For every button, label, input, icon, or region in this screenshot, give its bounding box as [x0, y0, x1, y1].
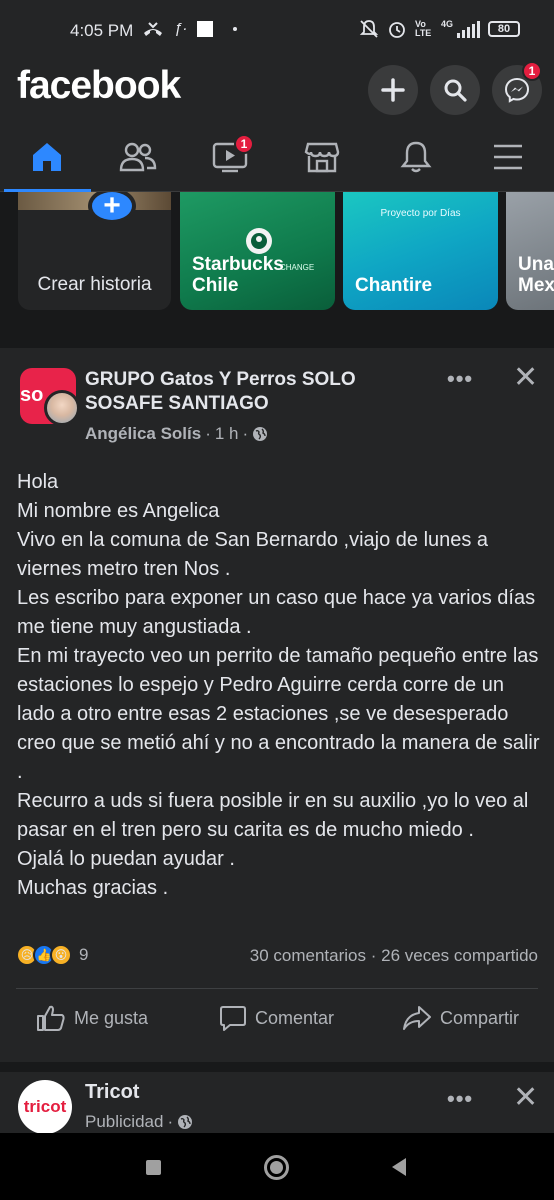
story-name: Una Mex	[518, 254, 554, 296]
tab-bar: 1	[0, 124, 554, 192]
share-button[interactable]: Compartir	[402, 1004, 519, 1032]
create-story-label: Crear historia	[37, 274, 152, 295]
tab-marketplace[interactable]	[292, 134, 352, 180]
messenger-button[interactable]: 1	[492, 61, 542, 115]
app-header: facebook 1	[0, 61, 554, 124]
comment-icon	[220, 1006, 246, 1031]
meta-separator: ·	[205, 424, 211, 443]
volte-indicator: Vo LTE	[414, 19, 432, 38]
system-nav-bar	[0, 1133, 554, 1200]
reaction-count: 9	[79, 945, 89, 964]
group-name[interactable]: GRUPO Gatos Y Perros SOLO SOSAFE SANTIAG…	[85, 368, 425, 416]
avatar[interactable]	[44, 390, 80, 426]
post-line: Muchas gracias .	[17, 877, 169, 899]
app-icon: ƒ·	[174, 20, 188, 37]
dot-icon	[233, 26, 238, 31]
status-left-icons: ƒ·	[142, 20, 238, 37]
post-line: Vivo en la comuna de San Bernardo ,viajo…	[17, 529, 494, 580]
story-card-una-mex[interactable]: Una Mex	[506, 192, 554, 310]
post-line: Hola	[17, 471, 59, 493]
like-button[interactable]: Me gusta	[36, 1004, 148, 1032]
story-card-chantire[interactable]: Proyecto por Días Chantire	[343, 192, 498, 310]
story-name: Starbucks Chile	[192, 254, 284, 296]
recents-button[interactable]	[146, 1160, 161, 1175]
friends-icon	[119, 142, 157, 172]
post-line: Ojalá lo puedan ayudar .	[17, 848, 235, 870]
post-body: Hola Mi nombre es Angelica Vivo en la co…	[17, 468, 542, 903]
reactions-summary[interactable]: 😥 👍 😮 9	[16, 944, 88, 966]
status-time: 4:05 PM	[70, 21, 134, 40]
thumbs-up-icon	[37, 1005, 65, 1031]
create-button[interactable]	[368, 65, 418, 115]
share-icon	[403, 1006, 431, 1030]
feed-post: so GRUPO Gatos Y Perros SOLO SOSAFE SANT…	[0, 348, 554, 1062]
divider	[16, 988, 538, 989]
stories-tray: + Crear historia CHANGE Starbucks Chile …	[0, 192, 554, 333]
post-author[interactable]: Angélica Solís	[85, 424, 201, 444]
advertiser-name[interactable]: Tricot	[85, 1081, 139, 1104]
hide-post-button[interactable]: ✕	[513, 1080, 538, 1115]
post-options-button[interactable]: •••	[447, 366, 473, 392]
home-icon	[33, 143, 61, 171]
search-icon	[444, 79, 467, 102]
post-line: En mi trayecto veo un perrito de tamaño …	[17, 645, 546, 783]
plus-icon	[381, 78, 405, 102]
post-time[interactable]: 1 h	[215, 424, 239, 444]
tab-home[interactable]	[17, 134, 77, 180]
home-button[interactable]	[264, 1155, 289, 1180]
facebook-logo[interactable]: facebook	[17, 64, 181, 108]
status-right-icons: Vo LTE 4G 80	[359, 19, 520, 39]
watch-badge: 1	[234, 134, 254, 154]
create-story-card[interactable]: + Crear historia	[18, 192, 171, 310]
network-type: 4G	[440, 19, 453, 29]
group-avatar-text: so	[20, 384, 44, 406]
share-label: Compartir	[440, 1007, 520, 1028]
mute-bell-icon	[359, 20, 379, 38]
tab-watch[interactable]: 1	[200, 134, 260, 180]
stats-separator: ·	[370, 946, 382, 965]
story-card-starbucks[interactable]: CHANGE Starbucks Chile	[180, 192, 335, 310]
post-options-button[interactable]: •••	[447, 1086, 473, 1112]
menu-icon	[494, 144, 522, 170]
sponsored-label: Publicidad	[85, 1112, 164, 1131]
add-story-icon: +	[88, 192, 136, 224]
tab-notifications[interactable]	[386, 134, 446, 180]
comment-label: Comentar	[255, 1007, 335, 1028]
post-line: Mi nombre es Angelica	[17, 500, 220, 522]
notifications-icon	[400, 141, 432, 173]
hide-post-button[interactable]: ✕	[513, 360, 538, 395]
like-label: Me gusta	[74, 1007, 149, 1028]
wow-reaction-icon: 😮	[50, 944, 72, 966]
comment-button[interactable]: Comentar	[219, 1004, 334, 1032]
sponsored-meta: Publicidad ·	[85, 1112, 193, 1132]
messenger-badge: 1	[522, 61, 542, 81]
post-stats: 30 comentarios · 26 veces compartido	[250, 946, 538, 966]
sponsored-post: tricot Tricot Publicidad · ••• ✕	[0, 1062, 554, 1133]
battery-indicator: 80	[488, 21, 520, 37]
meta-separator: ·	[242, 424, 249, 443]
tab-menu[interactable]	[478, 134, 538, 180]
signal-icon: 4G	[441, 20, 480, 38]
globe-icon	[253, 427, 268, 441]
post-line: Les escribo para exponer un caso que hac…	[17, 587, 541, 638]
back-button[interactable]	[392, 1158, 406, 1176]
globe-icon	[178, 1115, 193, 1129]
post-meta: Angélica Solís · 1 h ·	[85, 424, 268, 444]
story-name: Chantire	[355, 275, 433, 296]
notification-square-icon	[197, 20, 214, 37]
meta-separator: ·	[167, 1112, 174, 1131]
search-button[interactable]	[430, 65, 480, 115]
tab-friends[interactable]	[108, 134, 168, 180]
messenger-icon	[504, 77, 530, 103]
status-bar: 4:05 PM ƒ· Vo LTE 4G 80	[0, 0, 554, 62]
alarm-icon	[389, 22, 405, 38]
post-line: Recurro a uds si fuera posible ir en su …	[17, 790, 534, 841]
missed-call-icon	[144, 21, 162, 36]
marketplace-icon	[304, 142, 340, 173]
shares-count[interactable]: 26 veces compartido	[381, 946, 538, 965]
starbucks-logo-icon	[246, 228, 272, 254]
advertiser-avatar[interactable]: tricot	[18, 1080, 72, 1133]
story-subtitle: Proyecto por Días	[380, 208, 461, 219]
comments-count[interactable]: 30 comentarios	[250, 946, 366, 965]
